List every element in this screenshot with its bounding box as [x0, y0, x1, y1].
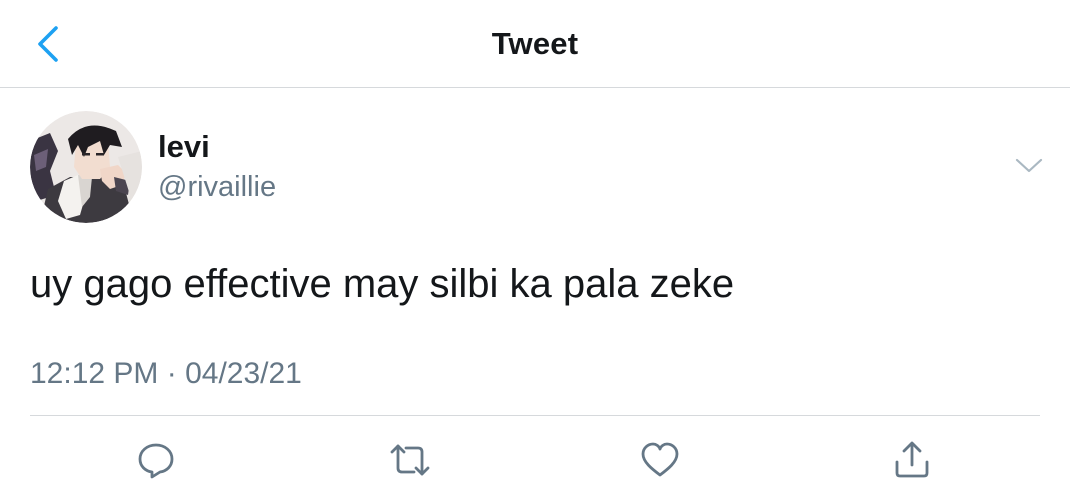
share-button[interactable]	[890, 438, 934, 482]
share-icon	[895, 441, 929, 478]
author-display-name[interactable]: levi	[158, 129, 210, 165]
reply-button[interactable]	[134, 438, 178, 482]
avatar-image	[30, 111, 142, 223]
top-navigation-bar: Tweet	[0, 0, 1070, 88]
tweet-options-button[interactable]	[1009, 148, 1049, 184]
reply-icon	[138, 443, 174, 479]
author-handle[interactable]: @rivaillie	[158, 170, 276, 204]
tweet-text: uy gago effective may silbi ka pala zeke	[30, 262, 735, 306]
avatar[interactable]	[30, 111, 142, 223]
divider	[30, 415, 1040, 416]
page-title: Tweet	[491, 26, 579, 61]
retweet-icon	[390, 444, 430, 476]
tweet-timestamp[interactable]: 12:12 PM · 04/23/21	[30, 356, 302, 392]
retweet-button[interactable]	[388, 438, 432, 482]
heart-icon	[641, 442, 679, 477]
chevron-down-icon	[1015, 158, 1043, 173]
like-button[interactable]	[638, 438, 682, 482]
